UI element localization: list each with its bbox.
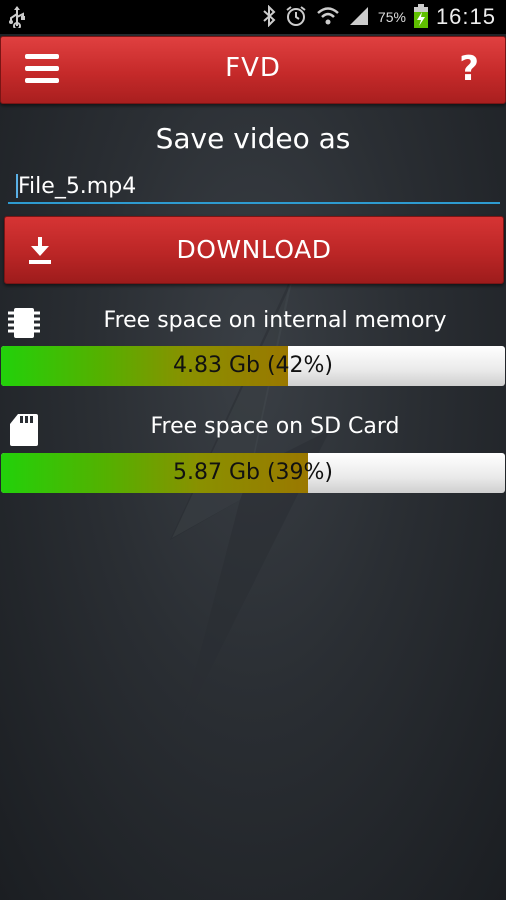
download-label: DOWNLOAD (176, 235, 332, 264)
internal-memory-value: 4.83 Gb (42%) (172, 353, 334, 378)
app-bar: FVD ? (0, 36, 506, 104)
alarm-icon (284, 4, 308, 31)
internal-memory-bar: 4.83 Gb (42%) (1, 346, 505, 386)
memory-chip-icon (8, 308, 40, 338)
usb-icon (8, 6, 26, 31)
save-video-label: Save video as (155, 122, 351, 155)
text-cursor (16, 174, 18, 198)
sd-card-icon (10, 414, 38, 446)
battery-charging-icon (413, 3, 428, 31)
wifi-icon (316, 5, 340, 30)
bluetooth-icon (262, 4, 276, 30)
internal-memory-caption: Free space on internal memory (103, 308, 447, 333)
battery-percent: 75% (377, 9, 406, 25)
status-time: 16:15 (435, 4, 496, 29)
status-bar: 75% 16:15 (0, 0, 506, 34)
sd-card-caption: Free space on SD Card (150, 414, 400, 439)
help-button[interactable]: ? (459, 49, 479, 89)
sd-card-bar: 5.87 Gb (39%) (1, 453, 505, 493)
filename-input[interactable] (8, 170, 500, 204)
app-title: FVD (225, 53, 281, 83)
sd-card-value: 5.87 Gb (39%) (172, 460, 334, 485)
download-button[interactable]: DOWNLOAD (4, 216, 504, 284)
signal-icon (348, 5, 370, 30)
